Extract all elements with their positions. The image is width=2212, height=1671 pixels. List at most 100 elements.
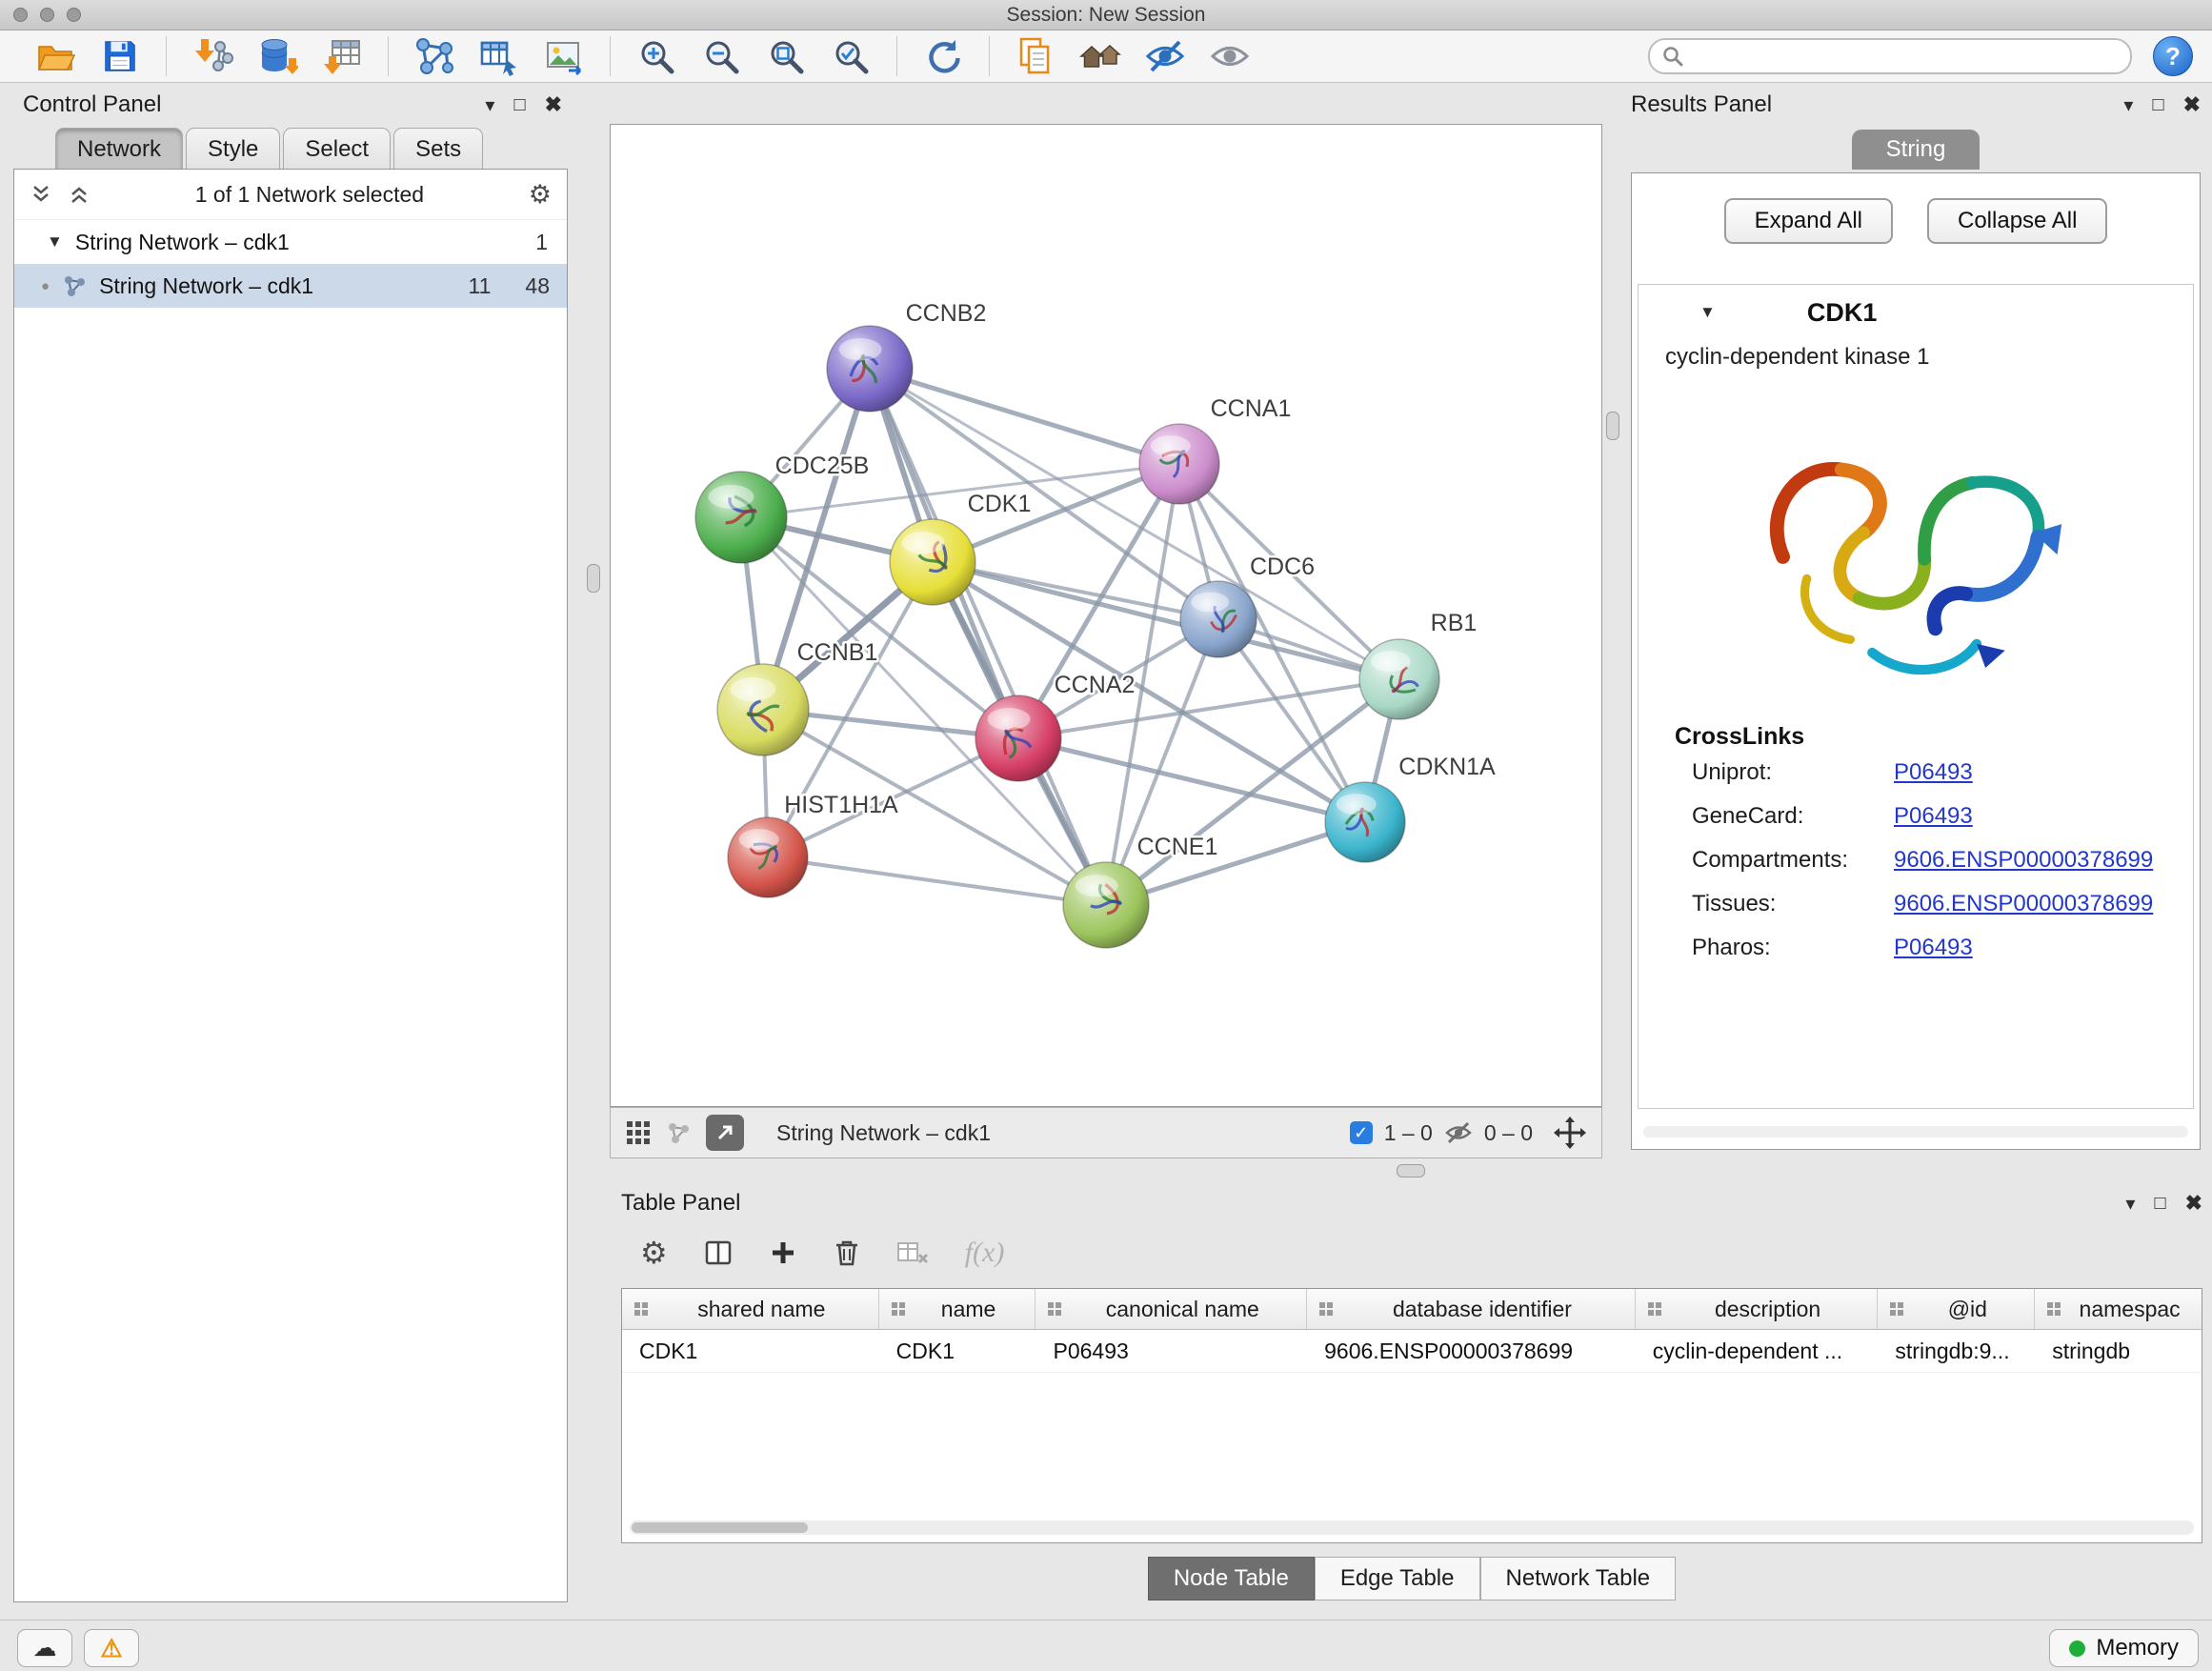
- cell-shared-name[interactable]: CDK1: [622, 1330, 879, 1372]
- network-node-CDK1[interactable]: [890, 519, 975, 605]
- control-panel-close-icon[interactable]: ✖: [545, 92, 562, 117]
- network-node-CCNB2[interactable]: [827, 326, 913, 412]
- gene-section-header[interactable]: ▼ CDK1: [1639, 285, 2193, 340]
- cell-canonical-name[interactable]: P06493: [1036, 1330, 1307, 1372]
- tab-edge-table[interactable]: Edge Table: [1315, 1557, 1480, 1601]
- delete-table-button[interactable]: [896, 1239, 929, 1266]
- tab-network-table[interactable]: Network Table: [1480, 1557, 1677, 1601]
- expand-all-chevrons-icon[interactable]: [30, 183, 52, 206]
- network-node-CDC6[interactable]: [1180, 581, 1257, 657]
- show-columns-button[interactable]: [704, 1238, 733, 1267]
- crosslink-uniprot-link[interactable]: P06493: [1894, 759, 1973, 786]
- show-all-button[interactable]: [1205, 33, 1255, 79]
- pan-crosshair-icon[interactable]: [1554, 1117, 1586, 1149]
- open-session-button[interactable]: [30, 33, 80, 79]
- disclosure-icon[interactable]: ▼: [47, 232, 63, 252]
- table-panel-collapse-icon[interactable]: ▾: [2125, 1192, 2135, 1216]
- save-session-button[interactable]: [95, 33, 145, 79]
- table-horizontal-scrollbar[interactable]: [630, 1520, 2194, 1535]
- cloud-button[interactable]: ☁: [17, 1629, 72, 1667]
- import-network-file-button[interactable]: [188, 33, 237, 79]
- hide-selected-button[interactable]: [1140, 33, 1190, 79]
- search-box[interactable]: [1648, 38, 2132, 74]
- network-graph[interactable]: CCNB2CCNA1CDC25BCDK1CDC6RB1CCNB1CCNA2CDK…: [611, 125, 1601, 1106]
- search-input[interactable]: [1692, 43, 2119, 70]
- column-header-database-identifier[interactable]: database identifier: [1307, 1289, 1636, 1329]
- crosslink-genecard-link[interactable]: P06493: [1894, 803, 1973, 830]
- table-panel-float-icon[interactable]: □: [2154, 1193, 2165, 1215]
- function-builder-button[interactable]: f(x): [965, 1237, 1005, 1269]
- home-button[interactable]: [1076, 33, 1125, 79]
- left-splitter-handle[interactable]: [587, 564, 600, 593]
- horizontal-splitter-handle[interactable]: [1397, 1164, 1425, 1178]
- tab-node-table[interactable]: Node Table: [1148, 1557, 1315, 1601]
- copy-document-button[interactable]: [1011, 33, 1060, 79]
- cell-description[interactable]: cyclin-dependent ...: [1636, 1330, 1879, 1372]
- cell-name[interactable]: CDK1: [879, 1330, 1036, 1372]
- expand-all-button[interactable]: Expand All: [1724, 198, 1893, 244]
- delete-column-button[interactable]: [834, 1238, 860, 1267]
- network-view-mode-icon[interactable]: [666, 1120, 691, 1145]
- gear-icon[interactable]: ⚙: [529, 180, 552, 210]
- selected-checkbox[interactable]: ✓: [1350, 1121, 1373, 1144]
- network-row-selected[interactable]: ● String Network – cdk1 11 48: [14, 264, 567, 308]
- refresh-button[interactable]: [918, 33, 968, 79]
- tab-select[interactable]: Select: [283, 128, 391, 171]
- title-bar[interactable]: Session: New Session: [0, 0, 2212, 30]
- tab-string[interactable]: String: [1852, 130, 1981, 170]
- results-panel-close-icon[interactable]: ✖: [2183, 92, 2201, 117]
- tab-sets[interactable]: Sets: [393, 128, 483, 171]
- memory-button[interactable]: Memory: [2049, 1629, 2199, 1667]
- help-button[interactable]: ?: [2153, 36, 2193, 76]
- table-panel-close-icon[interactable]: ✖: [2185, 1191, 2202, 1216]
- column-header-description[interactable]: description: [1636, 1289, 1879, 1329]
- column-header-namespace[interactable]: namespac: [2035, 1289, 2202, 1329]
- network-node-CCNA1[interactable]: [1139, 424, 1219, 504]
- column-header-canonical-name[interactable]: canonical name: [1036, 1289, 1307, 1329]
- import-network-database-button[interactable]: [252, 33, 302, 79]
- column-header-shared-name[interactable]: shared name: [622, 1289, 879, 1329]
- column-header-name[interactable]: name: [879, 1289, 1036, 1329]
- results-panel-collapse-icon[interactable]: ▾: [2123, 93, 2133, 117]
- crosslink-pharos-link[interactable]: P06493: [1894, 935, 1973, 961]
- zoom-in-button[interactable]: [632, 33, 681, 79]
- network-node-CCNB1[interactable]: [717, 664, 809, 755]
- table-row[interactable]: CDK1 CDK1 P06493 9606.ENSP00000378699 cy…: [622, 1330, 2202, 1373]
- network-view-canvas[interactable]: CCNB2CCNA1CDC25BCDK1CDC6RB1CCNB1CCNA2CDK…: [610, 124, 1602, 1107]
- network-node-CCNA2[interactable]: [975, 695, 1061, 781]
- tab-style[interactable]: Style: [186, 128, 280, 171]
- cell-id[interactable]: stringdb:9...: [1878, 1330, 2035, 1372]
- results-panel-scrollbar[interactable]: [1643, 1126, 2188, 1137]
- network-node-CDKN1A[interactable]: [1325, 782, 1405, 862]
- zoom-fit-button[interactable]: [761, 33, 811, 79]
- network-node-CDC25B[interactable]: [695, 472, 787, 563]
- table-settings-button[interactable]: ⚙: [640, 1235, 668, 1271]
- zoom-selected-button[interactable]: [826, 33, 875, 79]
- add-column-button[interactable]: [769, 1238, 797, 1267]
- zoom-out-button[interactable]: [696, 33, 746, 79]
- tab-network[interactable]: Network: [55, 128, 183, 171]
- collapse-all-chevrons-icon[interactable]: [68, 183, 90, 206]
- scrollbar-thumb[interactable]: [632, 1522, 808, 1533]
- export-image-button[interactable]: [539, 33, 589, 79]
- column-header-id[interactable]: @id: [1878, 1289, 2035, 1329]
- network-collection-row[interactable]: ▼ String Network – cdk1 1: [14, 220, 567, 264]
- collapse-all-button[interactable]: Collapse All: [1927, 198, 2107, 244]
- grid-view-icon[interactable]: [626, 1120, 651, 1145]
- birdseye-view-button[interactable]: [706, 1115, 744, 1151]
- network-node-CCNE1[interactable]: [1063, 862, 1149, 948]
- hidden-eye-icon[interactable]: [1444, 1120, 1473, 1145]
- control-panel-float-icon[interactable]: □: [513, 94, 525, 116]
- warnings-button[interactable]: ⚠: [84, 1629, 139, 1667]
- network-node-HIST1H1A[interactable]: [728, 817, 808, 897]
- disclosure-icon[interactable]: ▼: [1699, 303, 1716, 322]
- new-network-button[interactable]: [410, 33, 459, 79]
- cell-namespace[interactable]: stringdb: [2035, 1330, 2202, 1372]
- crosslink-compartments-link[interactable]: 9606.ENSP00000378699: [1894, 847, 2153, 874]
- control-panel-collapse-icon[interactable]: ▾: [485, 93, 494, 117]
- crosslink-tissues-link[interactable]: 9606.ENSP00000378699: [1894, 891, 2153, 917]
- cell-database-identifier[interactable]: 9606.ENSP00000378699: [1307, 1330, 1636, 1372]
- network-node-RB1[interactable]: [1359, 639, 1439, 719]
- results-panel-float-icon[interactable]: □: [2152, 94, 2163, 116]
- network-table-button[interactable]: [474, 33, 524, 79]
